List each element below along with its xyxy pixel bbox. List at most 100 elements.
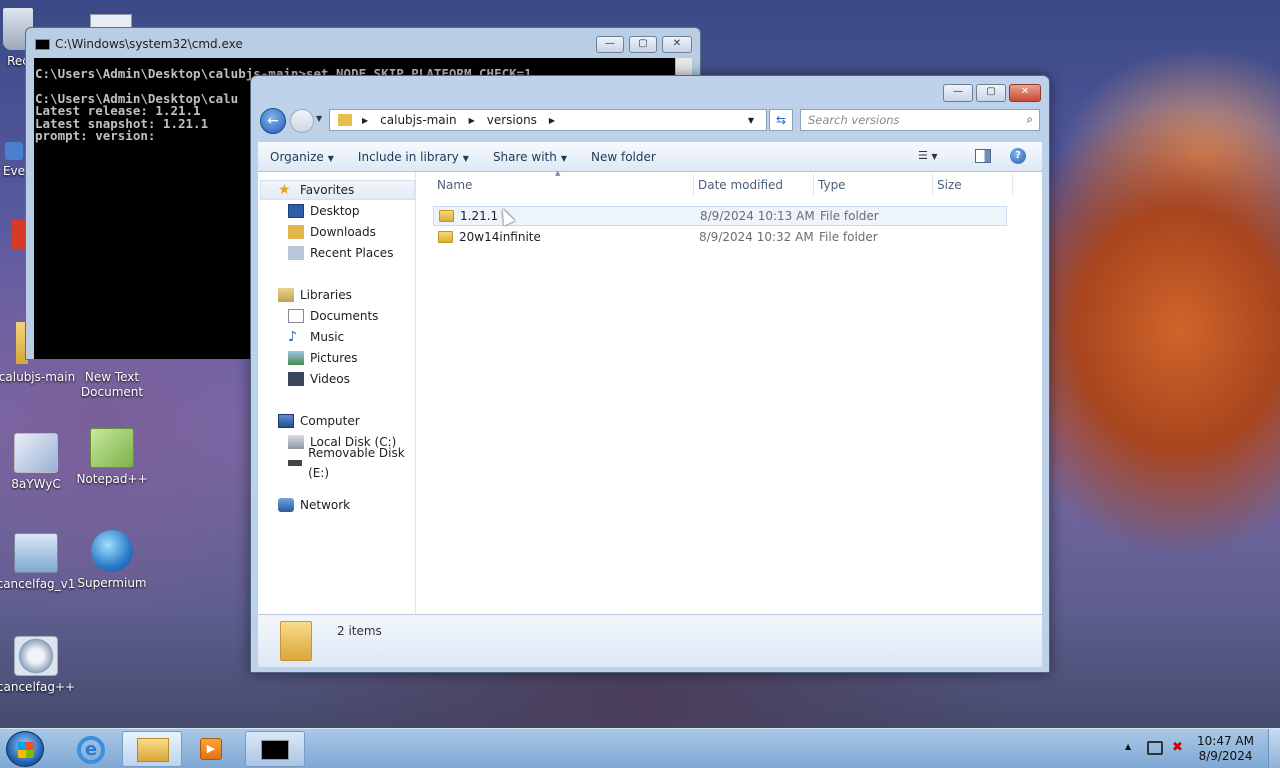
network-tray-icon[interactable]	[1147, 741, 1163, 755]
computer-icon	[278, 414, 294, 428]
taskbar: e ▶ ▲ ✖ 10:47 AM 8/9/2024	[0, 728, 1280, 768]
cmd-minimize-button[interactable]: —	[596, 36, 624, 53]
desktop-icon-label: Supermium	[77, 576, 147, 590]
cmd-close-button[interactable]: ✕	[662, 36, 692, 53]
maximize-icon: ▢	[986, 86, 996, 97]
taskbar-windows-explorer[interactable]	[122, 731, 182, 767]
details-pane: 2 items	[258, 614, 1042, 667]
pictures-icon	[288, 351, 304, 365]
include-in-library-button[interactable]: Include in library ▼	[346, 150, 481, 164]
column-header-type[interactable]: Type	[814, 174, 933, 196]
back-button[interactable]: ←	[260, 108, 286, 134]
nav-item-desktop[interactable]: Desktop	[288, 201, 360, 221]
downloads-folder-icon	[288, 225, 304, 239]
address-bar[interactable]: ▶ calubjs-main ▶ versions ▶ ▼	[329, 109, 767, 131]
event-icon	[5, 142, 23, 160]
share-with-button[interactable]: Share with ▼	[481, 150, 579, 164]
chevron-down-icon: ▼	[327, 153, 334, 163]
view-options-button[interactable]: ☰ ▼	[918, 149, 958, 162]
show-desktop-button[interactable]	[1268, 729, 1280, 768]
nav-item-downloads[interactable]: Downloads	[288, 222, 376, 242]
desktop-icon-supermium[interactable]: Supermium	[72, 530, 152, 591]
hard-disk-icon	[288, 435, 304, 449]
nav-item-documents[interactable]: Documents	[288, 306, 378, 326]
start-button[interactable]	[6, 731, 44, 767]
nav-item-music[interactable]: ♪ Music	[288, 327, 344, 347]
chevron-down-icon: ▼	[462, 153, 469, 163]
explorer-minimize-button[interactable]: —	[943, 84, 973, 102]
breadcrumb-separator-icon: ▶	[362, 115, 369, 125]
refresh-icon: ⇆	[775, 113, 787, 127]
nav-item-pictures[interactable]: Pictures	[288, 348, 358, 368]
file-row[interactable]: 20w14infinite 8/9/2024 10:32 AM File fol…	[433, 227, 1007, 247]
help-icon: ?	[1015, 150, 1021, 161]
preview-pane-button[interactable]	[975, 149, 991, 163]
organize-label: Organize	[270, 149, 324, 164]
taskbar-media-player[interactable]: ▶	[182, 731, 242, 767]
explorer-close-button[interactable]: ✕	[1009, 84, 1041, 102]
desktop-icon-notepadpp[interactable]: Notepad++	[72, 428, 152, 487]
help-button[interactable]: ?	[1010, 148, 1026, 164]
windows-logo-icon	[18, 742, 34, 758]
file-name: 20w14infinite	[459, 230, 541, 244]
desktop-icon-label: Notepad++	[76, 472, 148, 486]
nav-item-favorites[interactable]: ★ Favorites	[278, 180, 354, 200]
notepadpp-icon	[90, 428, 134, 468]
breadcrumb-item-versions[interactable]: versions	[487, 113, 537, 127]
large-folder-icon	[280, 621, 312, 661]
desktop-icon-cancelfag-v1[interactable]: cancelfag_v1	[0, 533, 76, 592]
show-hidden-icons-button[interactable]: ▲	[1125, 742, 1131, 751]
breadcrumb-item-calubjs-main[interactable]: calubjs-main	[380, 113, 456, 127]
file-row[interactable]: 1.21.1 8/9/2024 10:13 AM File folder	[433, 206, 1007, 226]
column-header-size[interactable]: Size	[933, 174, 1013, 196]
desktop-icon-top-partial[interactable]	[90, 14, 132, 28]
nav-item-removable-disk[interactable]: Removable Disk (E:)	[288, 446, 415, 480]
file-type: File folder	[819, 230, 878, 244]
chevron-down-icon: ▼	[931, 152, 938, 161]
desktop-icon-8aywyc[interactable]: 8aYWyC	[0, 433, 76, 492]
taskbar-internet-explorer[interactable]: e	[62, 731, 122, 767]
address-dropdown-icon[interactable]: ▼	[748, 116, 754, 125]
gear-icon	[14, 636, 58, 676]
nav-item-recent-places[interactable]: Recent Places	[288, 243, 393, 263]
desktop-icon-label: cancelfag_v1	[0, 577, 76, 591]
desktop-icon-label: cancelfag++	[0, 680, 76, 694]
folder-icon	[438, 231, 453, 243]
file-name: 1.21.1	[460, 209, 499, 223]
nav-item-libraries[interactable]: Libraries	[278, 285, 352, 305]
search-input[interactable]: Search versions ⌕	[800, 109, 1040, 131]
nav-item-computer[interactable]: Computer	[278, 411, 360, 431]
forward-button[interactable]	[290, 109, 314, 133]
desktop-icon-calubjs-main[interactable]: calubjs-main	[0, 370, 77, 385]
folder-icon	[439, 210, 454, 222]
app-window-icon	[14, 533, 58, 573]
libraries-icon	[278, 288, 294, 302]
folder-icon	[338, 114, 352, 126]
content-pane: ★ Favorites Desktop Downloads Recent Plac…	[258, 169, 1042, 614]
clock[interactable]: 10:47 AM 8/9/2024	[1197, 734, 1254, 764]
organize-button[interactable]: Organize ▼	[258, 150, 346, 164]
music-note-icon: ♪	[288, 329, 297, 345]
nav-item-videos[interactable]: Videos	[288, 369, 350, 389]
cmd-restore-button[interactable]: ▢	[629, 36, 657, 53]
star-icon: ★	[278, 182, 291, 198]
refresh-button[interactable]: ⇆	[769, 109, 793, 131]
column-header-date-modified[interactable]: Date modified	[694, 174, 814, 196]
explorer-window[interactable]: — ▢ ✕ ← ▼ ▶ calubjs-main ▶ versions ▶ ▼ …	[250, 75, 1050, 673]
nav-item-network[interactable]: Network	[278, 495, 350, 515]
desktop-icon-cancelfagpp[interactable]: cancelfag++	[0, 636, 76, 695]
taskbar-cmd[interactable]	[245, 731, 305, 767]
explorer-maximize-button[interactable]: ▢	[976, 84, 1006, 102]
volume-muted-icon[interactable]: ✖	[1172, 740, 1183, 755]
desktop-icon-new-text-document[interactable]: New Text Document	[72, 370, 152, 400]
search-icon: ⌕	[1026, 112, 1033, 126]
nav-label: Documents	[310, 309, 379, 323]
supermium-globe-icon	[91, 530, 133, 572]
cmd-icon	[261, 740, 289, 760]
nav-label: Removable Disk (E:)	[308, 446, 405, 480]
desktop-icon-red-app[interactable]	[12, 220, 26, 250]
column-header-name[interactable]: Name	[433, 174, 694, 196]
recent-pages-dropdown[interactable]: ▼	[316, 114, 322, 123]
new-folder-button[interactable]: New folder	[579, 150, 668, 164]
cmd-app-icon	[35, 39, 50, 50]
